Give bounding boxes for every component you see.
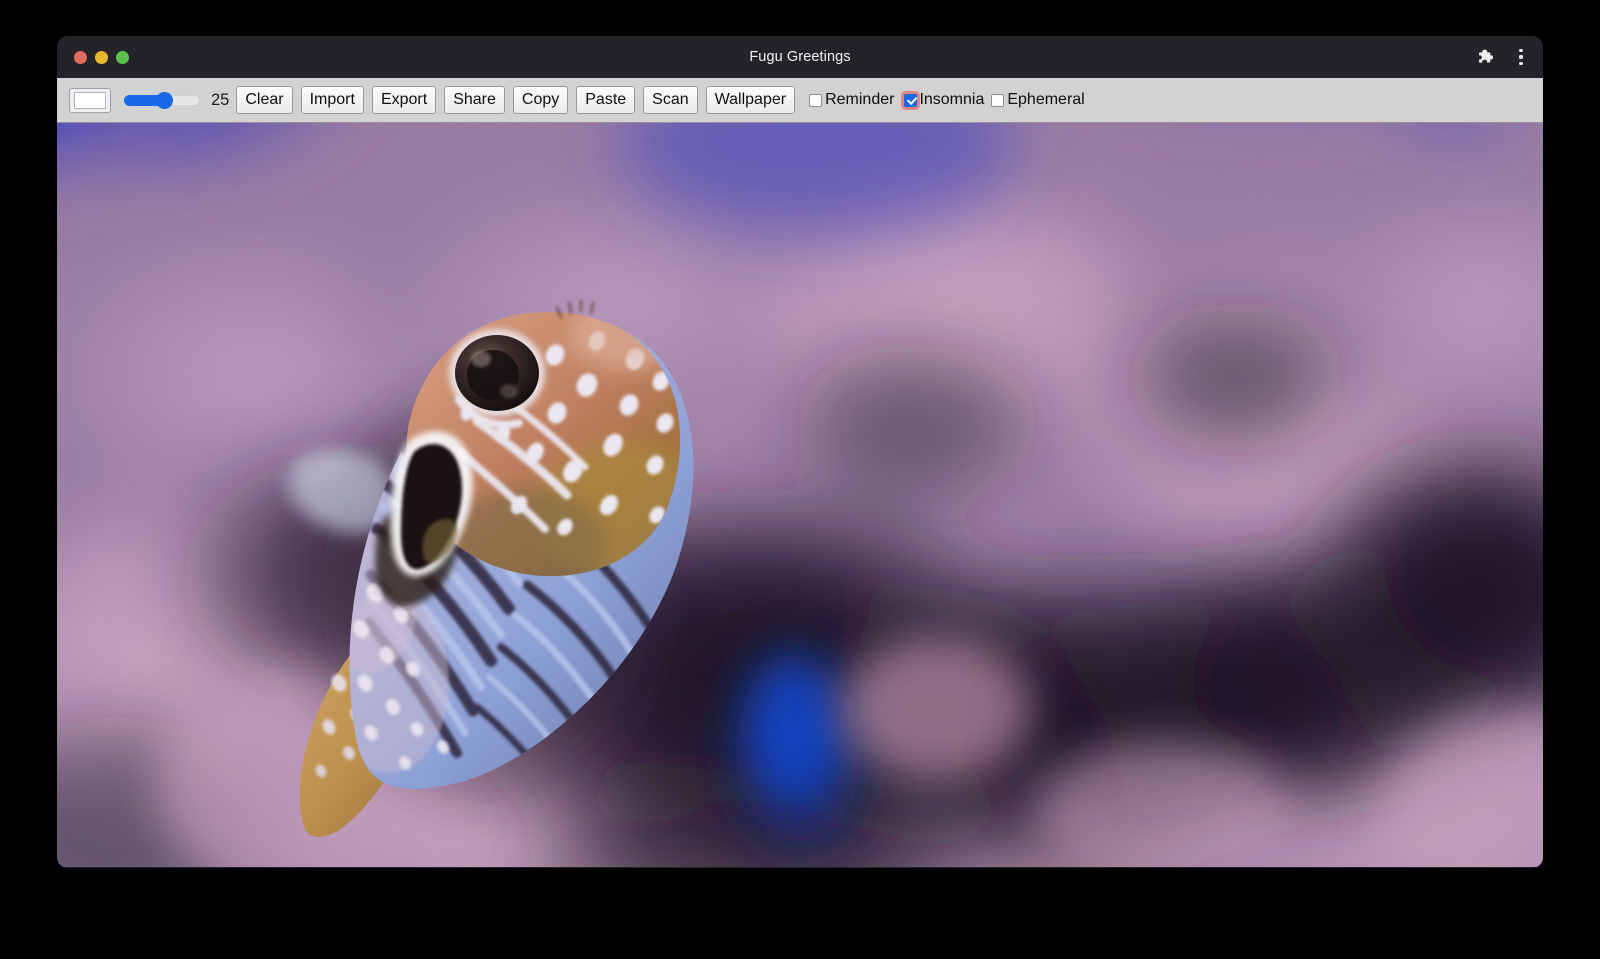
title-bar: Fugu Greetings (57, 36, 1543, 78)
line-width-slider[interactable] (124, 92, 200, 108)
title-bar-actions (1477, 36, 1529, 78)
color-swatch (74, 92, 106, 109)
pufferfish-photograph (57, 123, 1543, 867)
photo-canvas[interactable] (57, 123, 1543, 867)
reminder-checkbox-wrap[interactable]: Reminder (809, 91, 901, 109)
slider-value-label: 25 (211, 91, 229, 110)
reminder-label: Reminder (825, 91, 894, 109)
copy-button[interactable]: Copy (513, 86, 568, 114)
slider-thumb[interactable] (156, 92, 173, 109)
browser-window: Fugu Greetings (57, 36, 1543, 868)
app-toolbar: 25 Clear Import Export Share Copy Paste … (57, 78, 1543, 123)
checkbox-group: Reminder Insomnia Ephemeral (809, 91, 1092, 109)
import-button[interactable]: Import (301, 86, 364, 114)
paste-button[interactable]: Paste (576, 86, 635, 114)
ephemeral-label: Ephemeral (1007, 91, 1084, 109)
clear-button[interactable]: Clear (236, 86, 292, 114)
reminder-checkbox[interactable] (809, 94, 822, 107)
color-picker-input[interactable] (69, 88, 111, 113)
page-root: Fugu Greetings (0, 0, 1600, 959)
maximize-window-button[interactable] (116, 51, 129, 64)
window-title: Fugu Greetings (57, 36, 1543, 78)
insomnia-checkbox-wrap[interactable]: Insomnia (901, 91, 991, 109)
ephemeral-checkbox[interactable] (991, 94, 1004, 107)
insomnia-checkbox[interactable] (904, 94, 917, 107)
scan-button[interactable]: Scan (643, 86, 697, 114)
insomnia-label: Insomnia (919, 91, 984, 109)
share-button[interactable]: Share (444, 86, 505, 114)
close-window-button[interactable] (74, 51, 87, 64)
puzzle-piece-icon[interactable] (1477, 48, 1496, 67)
minimize-window-button[interactable] (95, 51, 108, 64)
kebab-menu-icon[interactable] (1513, 48, 1529, 66)
traffic-light-group (74, 36, 129, 78)
export-button[interactable]: Export (372, 86, 436, 114)
wallpaper-button[interactable]: Wallpaper (706, 86, 795, 114)
ephemeral-checkbox-wrap[interactable]: Ephemeral (991, 91, 1091, 109)
